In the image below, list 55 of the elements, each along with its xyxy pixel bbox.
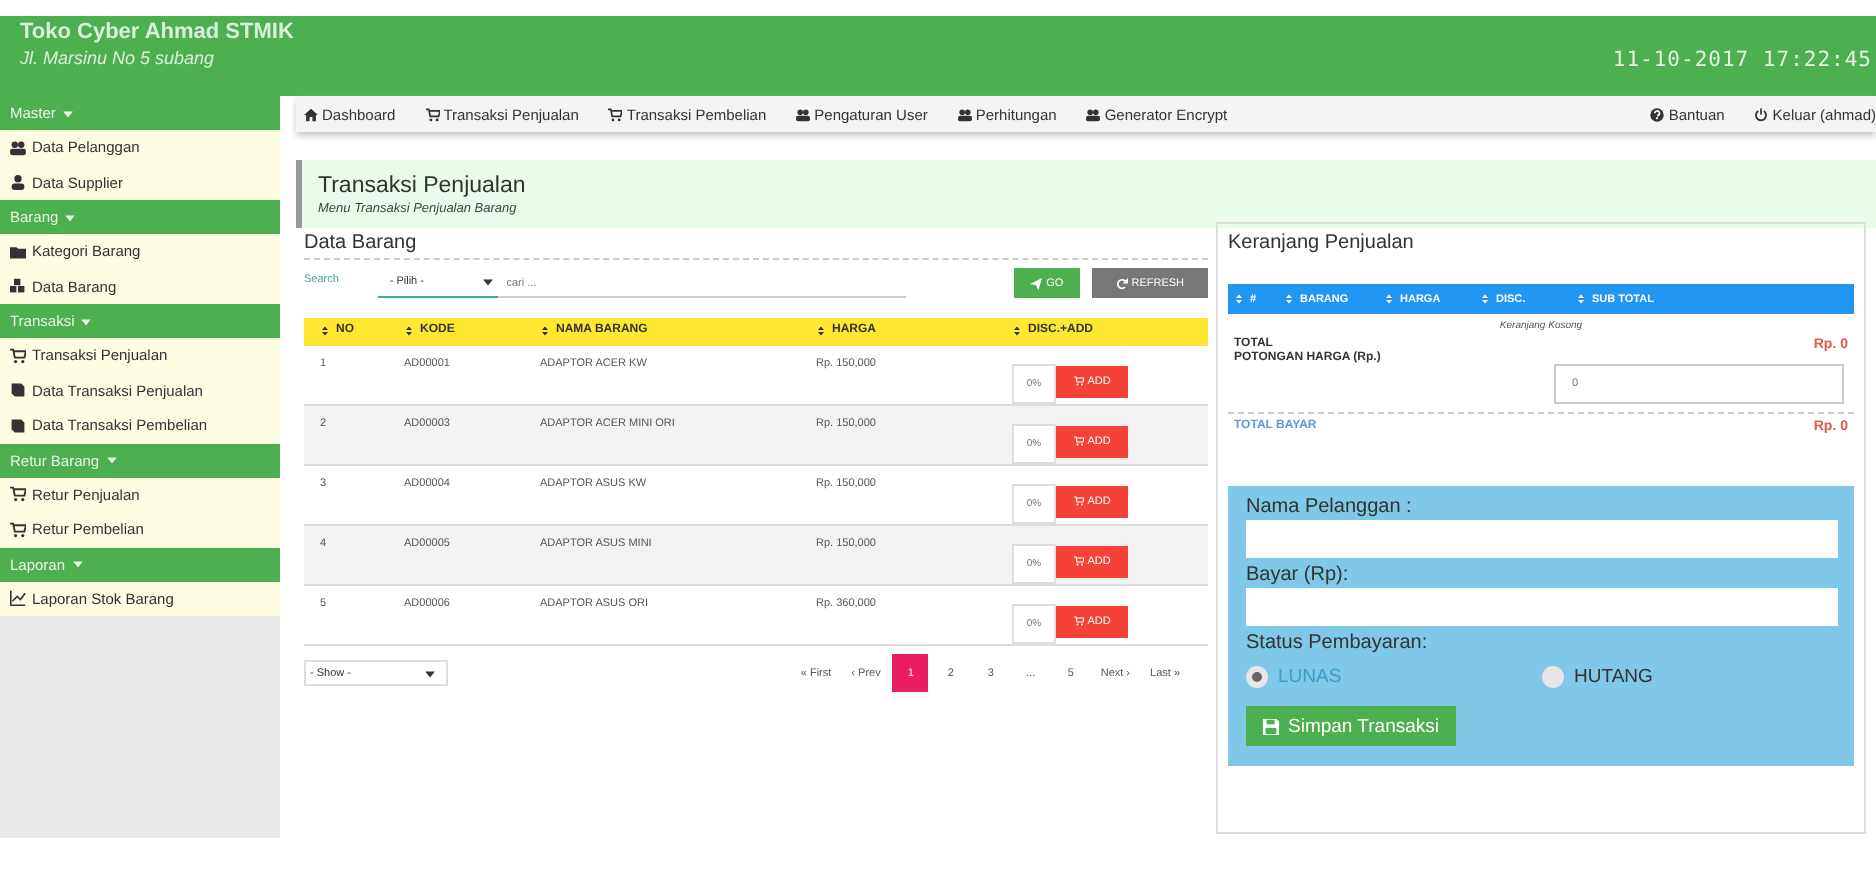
caret-icon [482,275,495,287]
field-label: Bayar (Rp): [1246,564,1351,586]
caret-icon [71,558,84,570]
sort-icon [1576,294,1586,304]
folder-icon [10,243,26,260]
caret-icon [424,667,436,679]
sort-icon [1012,325,1022,336]
field-label: Status Pembayaran: [1246,632,1430,654]
line-chart-icon [10,590,26,607]
cart-title: Keranjang Penjualan [1228,232,1416,254]
cart-icon [10,521,26,538]
input-field[interactable] [1246,588,1838,626]
cart-icon [425,107,440,121]
caret-icon [64,211,77,223]
field-label: Nama Pelanggan : [1246,496,1414,518]
send-icon [1030,277,1043,289]
cart-icon [1073,556,1084,566]
section-title: Data Barang [304,232,419,254]
cart-icon [1073,496,1084,506]
users-icon [1086,107,1101,121]
radio-button[interactable] [1542,666,1564,688]
user-icon [10,174,26,191]
cart-icon [1073,616,1084,626]
sort-icon [816,325,826,336]
radio-button[interactable] [1246,666,1268,688]
power-icon [1754,107,1769,121]
save-icon [1262,717,1280,735]
store-name: Toko Cyber Ahmad STMIK [20,20,294,44]
sort-icon [1284,294,1294,304]
users-icon [796,107,811,121]
sort-icon [1234,294,1244,304]
cart-icon [1073,436,1084,446]
radio-option[interactable]: HUTANG [1542,666,1838,688]
sort-icon [404,325,414,336]
help-icon [1650,107,1665,121]
refresh-icon [1115,277,1128,289]
caret-icon [61,107,74,119]
page-title: Transaksi Penjualan [318,174,526,198]
users-icon [10,139,26,156]
cart-icon [10,486,26,503]
store-address: Jl. Marsinu No 5 subang [20,48,217,68]
sort-icon [1480,294,1490,304]
home-icon [304,107,318,121]
users-icon [957,107,972,121]
sort-icon [1384,294,1394,304]
sort-icon [320,325,330,336]
sort-icon [540,325,550,336]
cart-icon [608,107,623,121]
input-field[interactable] [1246,520,1838,558]
caret-icon [105,454,118,466]
cart-icon [1073,376,1084,386]
date-time: 11-10-2017 17:22:45 [1612,48,1874,72]
cart-icon [10,347,26,364]
cubes-icon [10,278,26,295]
caret-icon [80,315,93,327]
